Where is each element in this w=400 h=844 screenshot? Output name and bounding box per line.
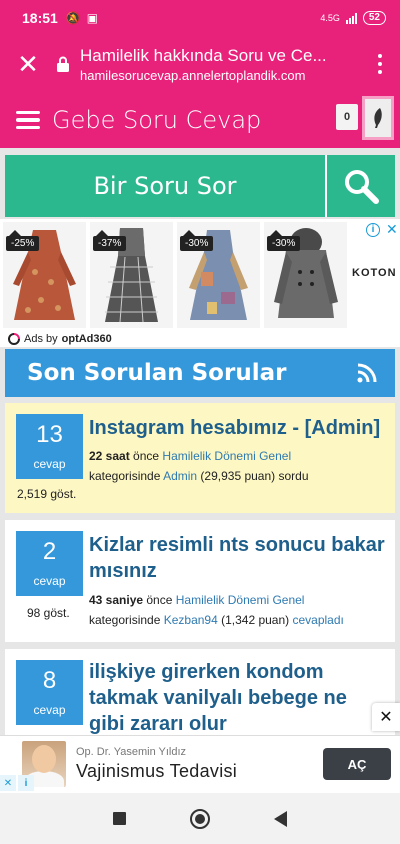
question-title[interactable]: Instagram hesabımız - [Admin] — [89, 415, 387, 441]
discount-tag: -37% — [93, 230, 127, 251]
status-icons: 🔕 ▣ — [66, 11, 98, 25]
time-suffix: önce — [129, 449, 163, 463]
answer-count: 8 — [42, 667, 57, 694]
ask-question-button[interactable]: Bir Soru Sor — [5, 155, 325, 217]
question-meta: 43 saniye önce Hamilelik Dönemi Genel ka… — [89, 590, 389, 630]
answer-count-box: 13 cevap — [16, 414, 83, 479]
discount-tag: -25% — [6, 230, 40, 251]
network-type: 4.5G — [320, 13, 340, 23]
recent-apps-icon[interactable] — [113, 812, 126, 825]
answer-count-box: 2 cevap — [16, 531, 83, 596]
signal-icon — [345, 12, 357, 24]
answer-label: cevap — [33, 574, 66, 588]
menu-icon[interactable] — [0, 110, 52, 130]
section-title: Son Sorulan Sorular — [27, 360, 287, 386]
ad-product[interactable]: -30% — [177, 222, 260, 328]
back-icon[interactable] — [274, 810, 287, 827]
ad-title: Vajinismus Tedavisi — [76, 761, 238, 781]
question-title[interactable]: Kizlar resimli nts sonucu bakar mısınız — [89, 532, 387, 584]
category-suffix: kategorisinde — [89, 613, 164, 627]
answer-count: 2 — [42, 538, 57, 565]
site-title[interactable]: Gebe Soru Cevap — [52, 106, 261, 134]
rss-icon[interactable] — [357, 363, 377, 383]
answer-label: cevap — [33, 457, 66, 471]
info-icon[interactable]: i — [18, 775, 34, 791]
close-icon[interactable]: ✕ — [0, 775, 16, 791]
ad-brand: KOTON — [352, 267, 397, 279]
time-suffix: önce — [143, 593, 176, 607]
notification-icon: ▣ — [86, 11, 99, 25]
view-count: 98 göst. — [27, 606, 70, 620]
battery-icon: 52 — [362, 11, 386, 25]
user-avatar[interactable] — [362, 96, 394, 140]
ad-open-button[interactable]: AÇ — [323, 748, 391, 780]
search-icon — [345, 170, 379, 204]
ad-product[interactable]: -30% — [264, 222, 347, 328]
category-suffix: kategorisinde — [89, 469, 164, 483]
status-bar: 18:51 🔕 ▣ 4.5G 52 — [0, 0, 400, 36]
feather-icon — [374, 108, 382, 128]
ad-corner-controls[interactable]: ✕ i — [0, 775, 34, 791]
user-points: (29,935 puan) — [197, 469, 279, 483]
bottom-ad[interactable]: Op. Dr. Yasemin Yıldız Vajinismus Tedavi… — [0, 735, 400, 793]
question-action[interactable]: cevapladı — [292, 613, 343, 627]
discount-tag: -30% — [180, 230, 214, 251]
home-icon[interactable] — [190, 808, 210, 829]
view-count: 2,519 göst. — [17, 487, 77, 501]
more-options-icon[interactable] — [360, 54, 400, 74]
close-tab-icon[interactable]: ✕ — [0, 49, 56, 80]
question-action: sordu — [278, 469, 309, 483]
ads-by-label[interactable]: Ads by optAd360 — [8, 333, 112, 345]
notification-badge[interactable]: 0 — [336, 104, 358, 130]
status-right: 4.5G 52 — [320, 11, 386, 25]
ad-subtitle: Op. Dr. Yasemin Yıldız — [76, 746, 187, 758]
user-link[interactable]: Admin — [163, 469, 197, 483]
question-title[interactable]: ilişkiye girerken kondom takmak vanilyal… — [89, 659, 387, 737]
ad-product[interactable]: -25% — [3, 222, 86, 328]
category-link[interactable]: Hamilelik Dönemi Genel — [176, 593, 305, 607]
question-card[interactable]: 2 cevap 98 göst. Kizlar resimli nts sonu… — [5, 520, 395, 642]
mute-bell-icon: 🔕 — [65, 11, 81, 25]
ask-bar: Bir Soru Sor — [5, 155, 395, 217]
ads-by-name: optAd360 — [61, 333, 112, 345]
question-meta: 22 saat önce Hamilelik Dönemi Genel kate… — [89, 446, 389, 486]
close-bottom-ad-icon[interactable]: ✕ — [372, 703, 400, 731]
ad-banner[interactable]: -25% -37% -30% -30% KOTON i ✕ Ads by opt… — [0, 219, 400, 347]
ad-product[interactable]: -37% — [90, 222, 173, 328]
question-card[interactable]: 13 cevap Instagram hesabımız - [Admin] 2… — [5, 403, 395, 513]
question-time: 22 saat — [89, 449, 130, 463]
category-link[interactable]: Hamilelik Dönemi Genel — [162, 449, 291, 463]
close-ad-icon[interactable]: ✕ — [386, 221, 398, 238]
user-link[interactable]: Kezban94 — [164, 613, 218, 627]
info-icon[interactable]: i — [366, 222, 380, 237]
answer-count: 13 — [36, 421, 63, 448]
page-title: Hamilelik hakkında Soru ve Ce... — [80, 45, 327, 65]
status-time: 18:51 — [22, 10, 58, 26]
user-points: (1,342 puan) — [217, 613, 293, 627]
address-bar[interactable]: Hamilelik hakkında Soru ve Ce... hamiles… — [80, 46, 360, 83]
browser-toolbar: ✕ Hamilelik hakkında Soru ve Ce... hamil… — [0, 36, 400, 92]
discount-tag: -30% — [267, 230, 301, 251]
ad-choices[interactable]: i ✕ — [366, 221, 398, 238]
answer-label: cevap — [33, 703, 66, 717]
answer-count-box: 8 cevap — [16, 660, 83, 725]
question-time: 43 saniye — [89, 593, 144, 607]
page-domain: hamilesorucevap.annelertoplandik.com — [80, 67, 306, 83]
lock-icon — [57, 56, 69, 72]
search-button[interactable] — [325, 155, 395, 217]
ads-by-prefix: Ads by — [24, 333, 58, 345]
section-header: Son Sorulan Sorular — [5, 349, 395, 397]
navigation-bar — [0, 793, 400, 844]
question-card[interactable]: 8 cevap ilişkiye girerken kondom takmak … — [5, 649, 395, 739]
optad-logo-icon — [8, 333, 20, 345]
site-header: Gebe Soru Cevap 0 — [0, 92, 400, 148]
